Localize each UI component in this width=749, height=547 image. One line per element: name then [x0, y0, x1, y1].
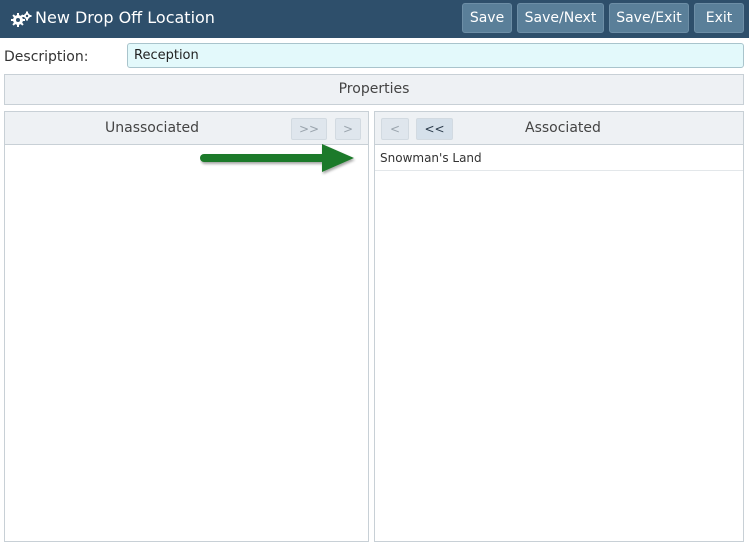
- move-all-right-button[interactable]: >>: [291, 118, 327, 140]
- move-right-button[interactable]: >: [335, 118, 361, 140]
- unassociated-header: Unassociated >> >: [5, 112, 368, 145]
- title-bar: New Drop Off Location Save Save/Next Sav…: [0, 0, 749, 38]
- exit-button[interactable]: Exit: [694, 3, 744, 33]
- gears-icon: [11, 11, 32, 27]
- save-next-button[interactable]: Save/Next: [517, 3, 604, 33]
- list-item[interactable]: Snowman's Land: [375, 146, 743, 171]
- annotation-arrow-icon: [200, 144, 354, 172]
- properties-header: Properties: [4, 74, 744, 105]
- save-exit-button[interactable]: Save/Exit: [609, 3, 689, 33]
- associated-header: < << Associated: [375, 112, 743, 145]
- save-button[interactable]: Save: [462, 3, 512, 33]
- window-title: New Drop Off Location: [35, 8, 215, 27]
- move-all-left-button[interactable]: <<: [416, 118, 453, 140]
- move-left-button[interactable]: <: [381, 118, 409, 140]
- unassociated-title: Unassociated: [105, 120, 200, 136]
- associated-panel: < << Associated Snowman's Land: [374, 111, 744, 542]
- description-label: Description:: [4, 49, 89, 65]
- description-input[interactable]: [127, 43, 744, 68]
- associated-title: Associated: [525, 120, 601, 136]
